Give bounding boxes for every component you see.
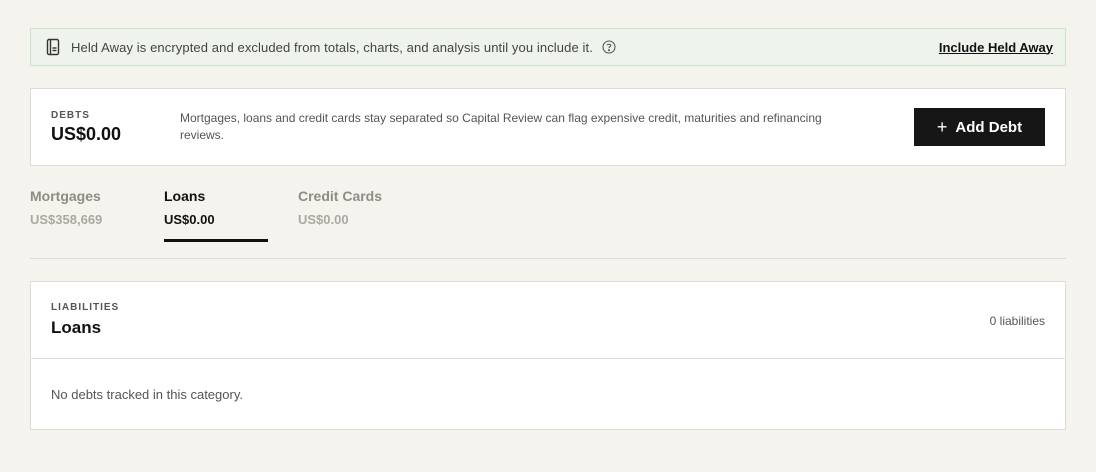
liabilities-eyebrow: LIABILITIES (51, 302, 120, 313)
tab-value: US$0.00 (164, 212, 215, 227)
banner-message: Held Away is encrypted and excluded from… (71, 39, 593, 55)
debts-description: Mortgages, loans and credit cards stay s… (180, 111, 822, 142)
debts-summary-card: DEBTS US$0.00 Mortgages, loans and credi… (30, 88, 1066, 166)
empty-state-message: No debts tracked in this category. (51, 387, 243, 402)
tab-label: Mortgages (30, 188, 101, 204)
tabs-divider (30, 258, 1066, 259)
debts-eyebrow: DEBTS (51, 110, 90, 121)
active-tab-indicator (164, 239, 268, 242)
liabilities-card: LIABILITIES Loans 0 liabilities No debts… (30, 281, 1066, 430)
tab-value: US$0.00 (298, 212, 349, 227)
tab-label: Loans (164, 188, 206, 204)
add-debt-button[interactable]: + Add Debt (914, 108, 1045, 146)
tab-loans[interactable]: Loans US$0.00 (164, 188, 215, 227)
tab-mortgages[interactable]: Mortgages US$358,669 (30, 188, 102, 227)
help-circle-icon[interactable] (602, 40, 616, 54)
plus-icon: + (936, 117, 948, 137)
held-away-banner: Held Away is encrypted and excluded from… (30, 28, 1066, 66)
tab-value: US$358,669 (30, 212, 103, 227)
include-held-away-link[interactable]: Include Held Away (939, 40, 1053, 55)
tab-credit-cards[interactable]: Credit Cards US$0.00 (298, 188, 382, 227)
tab-label: Credit Cards (298, 188, 383, 204)
debts-total: US$0.00 (51, 124, 122, 144)
liabilities-count: 0 liabilities (989, 314, 1045, 328)
liabilities-title: Loans (51, 318, 102, 337)
liabilities-header: LIABILITIES Loans 0 liabilities (31, 282, 1065, 359)
add-debt-label: Add Debt (955, 118, 1023, 136)
ledger-icon (45, 38, 61, 56)
